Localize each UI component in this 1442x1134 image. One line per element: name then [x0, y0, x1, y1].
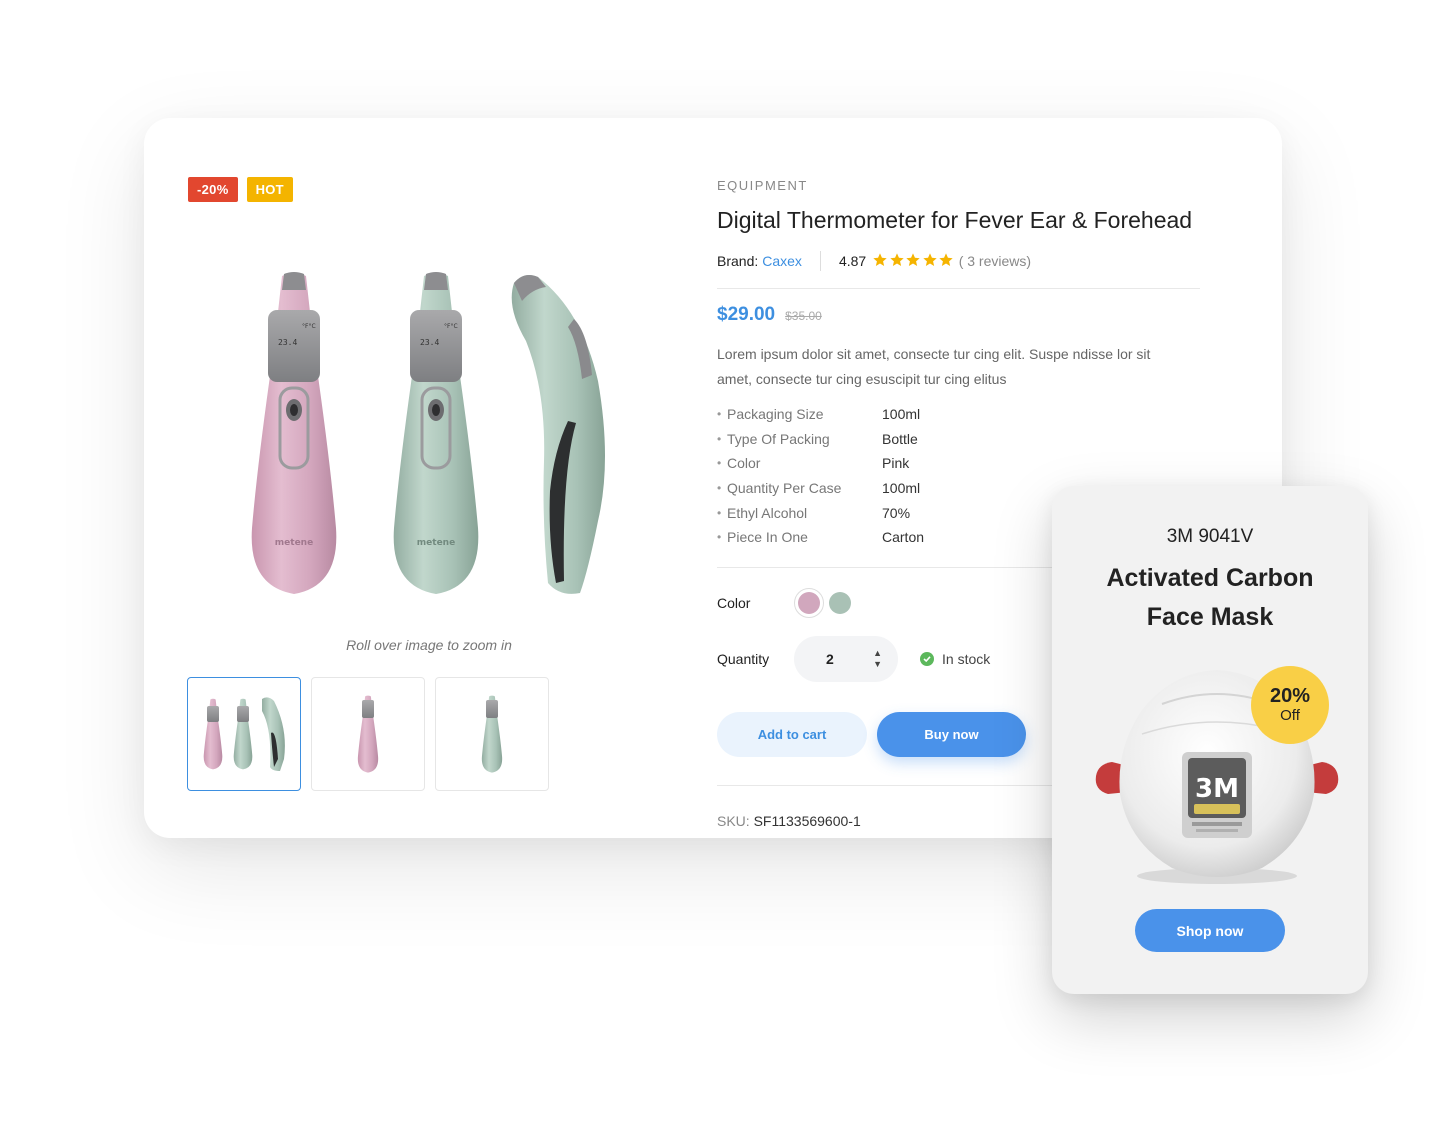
sku: SKU: SF1133569600-1	[717, 813, 861, 829]
bullet-icon: •	[717, 431, 722, 446]
thumbnail-2[interactable]	[311, 677, 425, 791]
bullet-icon: •	[717, 505, 722, 520]
increment-icon[interactable]: ▲	[873, 649, 882, 658]
meta-divider	[819, 251, 821, 271]
color-swatch-pink[interactable]	[794, 588, 824, 618]
product-title: Digital Thermometer for Fever Ear & Fore…	[717, 207, 1193, 233]
reviews-link[interactable]: ( 3 reviews)	[959, 253, 1031, 269]
brand-label: Brand:	[717, 253, 759, 269]
purchase-buttons: Add to cart Buy now	[717, 712, 1026, 757]
svg-text:3M: 3M	[1195, 774, 1239, 804]
stock-status: In stock	[920, 651, 990, 667]
quantity-stepper[interactable]: 2 ▲ ▼	[794, 636, 898, 682]
spec-list: • Packaging Size 100ml • Type Of Packing Bott…	[717, 402, 924, 550]
spec-key: Piece In One	[727, 529, 808, 546]
bullet-icon: •	[717, 481, 722, 496]
discount-badge: 20% Off	[1251, 666, 1329, 744]
spec-value: Pink	[882, 455, 910, 472]
hot-badge: HOT	[246, 177, 293, 202]
stock-text: In stock	[942, 651, 991, 667]
color-swatch-green[interactable]	[829, 592, 851, 614]
thumbnail-1[interactable]	[187, 677, 301, 791]
swatch-fill	[798, 592, 820, 614]
spec-item: • Type Of Packing Bottle	[717, 427, 924, 452]
spec-key: Ethyl Alcohol	[727, 504, 808, 521]
discount-percent: 20%	[1269, 685, 1311, 707]
rating-stars	[872, 252, 955, 271]
quantity-value[interactable]: 2	[826, 651, 834, 667]
decrement-icon[interactable]: ▼	[873, 660, 882, 669]
rating-value: 4.87	[838, 253, 867, 269]
brand-link[interactable]: Caxex	[762, 253, 802, 269]
current-price: $29.00	[717, 304, 776, 325]
shop-now-button[interactable]: Shop now	[1135, 909, 1285, 952]
spec-value: 100ml	[882, 480, 921, 497]
spec-key: Type Of Packing	[727, 430, 830, 447]
svg-text:metene: metene	[417, 538, 455, 548]
spec-item: • Piece In One Carton	[717, 525, 924, 550]
bullet-icon: •	[717, 456, 722, 471]
quantity-row: Quantity 2 ▲ ▼ In stock	[717, 636, 990, 682]
star-icon	[938, 252, 955, 271]
spec-value: Carton	[882, 529, 925, 546]
star-icon	[872, 252, 889, 271]
promo-title-line1: Activated Carbon	[1106, 564, 1314, 592]
svg-text:metene: metene	[275, 538, 313, 548]
spec-key: Color	[727, 455, 761, 472]
buy-now-button[interactable]: Buy now	[877, 712, 1026, 757]
color-selector: Color	[717, 588, 851, 618]
stepper-arrows: ▲ ▼	[873, 649, 882, 669]
thumbnail-gallery	[187, 677, 549, 791]
product-description: Lorem ipsum dolor sit amet, consecte tur…	[717, 346, 1151, 387]
product-meta: Brand: Caxex 4.87 ( 3 reviews)	[717, 251, 1031, 271]
thumbnail-3[interactable]	[435, 677, 549, 791]
svg-text:23.4: 23.4	[420, 338, 439, 347]
spec-key: Quantity Per Case	[727, 480, 842, 497]
sku-value: SF1133569600-1	[753, 813, 861, 829]
old-price: $35.00	[785, 309, 822, 323]
discount-off: Off	[1280, 707, 1300, 724]
spec-value: 70%	[882, 504, 911, 521]
svg-text:23.4: 23.4	[278, 338, 297, 347]
sku-label: SKU:	[717, 813, 750, 829]
spec-item: • Quantity Per Case 100ml	[717, 476, 924, 501]
discount-badge: -20%	[188, 177, 238, 202]
product-main-image[interactable]: 23.4 °F°C metene 23.4 °F°C metene	[234, 263, 624, 603]
color-label: Color	[717, 595, 751, 611]
check-icon	[920, 652, 934, 666]
spec-value: 100ml	[882, 406, 921, 423]
promo-model: 3M 9041V	[1166, 526, 1254, 547]
promo-title: Activated Carbon Face Mask	[1052, 559, 1368, 637]
spec-value: Bottle	[882, 430, 918, 447]
star-icon	[905, 252, 922, 271]
spec-item: • Ethyl Alcohol 70%	[717, 500, 924, 525]
promo-card: 3M 9041V Activated Carbon Face Mask 3M 2…	[1052, 486, 1368, 994]
quantity-label: Quantity	[717, 651, 770, 667]
zoom-hint: Roll over image to zoom in	[346, 637, 512, 653]
add-to-cart-button[interactable]: Add to cart	[717, 712, 867, 757]
divider	[717, 288, 1200, 289]
bullet-icon: •	[717, 407, 722, 422]
spec-key: Packaging Size	[727, 406, 824, 423]
spec-item: • Packaging Size 100ml	[717, 402, 924, 427]
product-category[interactable]: EQUIPMENT	[717, 178, 808, 193]
spec-item: • Color Pink	[717, 451, 924, 476]
svg-text:°F°C: °F°C	[302, 323, 316, 330]
bullet-icon: •	[717, 530, 722, 545]
promo-title-line2: Face Mask	[1146, 603, 1274, 631]
star-icon	[922, 252, 939, 271]
product-badges: -20% HOT	[188, 177, 293, 202]
price: $29.00 $35.00	[717, 304, 822, 326]
svg-text:°F°C: °F°C	[444, 323, 458, 330]
star-icon	[889, 252, 906, 271]
